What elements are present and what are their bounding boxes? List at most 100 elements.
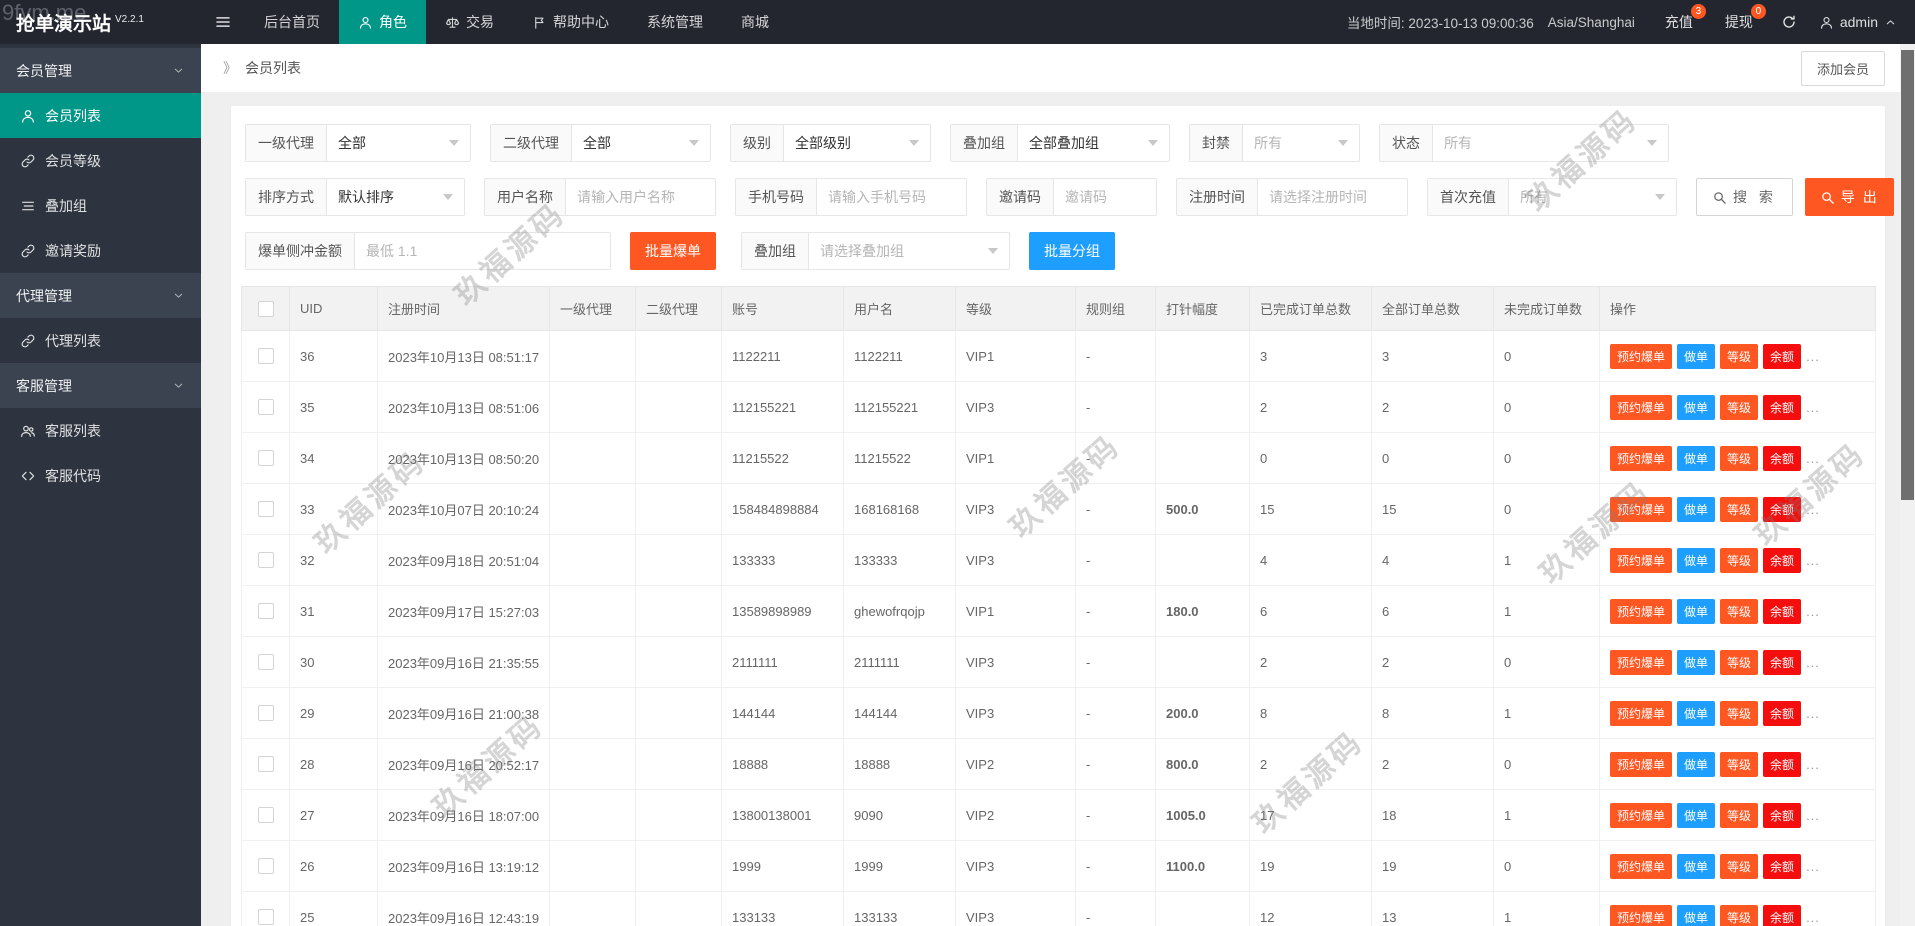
reserve-explode-button[interactable]: 预约爆单 — [1610, 547, 1673, 573]
balance-button[interactable]: 余额 — [1763, 802, 1802, 828]
balance-button[interactable]: 余额 — [1763, 751, 1802, 777]
more-actions-button[interactable]: ... — [1806, 349, 1820, 364]
user-menu[interactable]: admin — [1809, 14, 1915, 30]
select-all-checkbox[interactable] — [257, 300, 274, 317]
nav-item-system[interactable]: 系统管理 — [628, 0, 722, 44]
sidebar-item-service-list[interactable]: 客服列表 — [0, 408, 201, 453]
explode-amount-input[interactable]: 最低 1.1 — [355, 233, 610, 269]
row-checkbox[interactable] — [257, 807, 274, 823]
scrollbar-thumb[interactable] — [1901, 50, 1914, 500]
batch-explode-button[interactable]: 批量爆单 — [630, 232, 716, 270]
level-button[interactable]: 等级 — [1720, 445, 1759, 471]
level-button[interactable]: 等级 — [1720, 598, 1759, 624]
row-checkbox[interactable] — [257, 348, 274, 364]
sidebar-item-service-code[interactable]: 客服代码 — [0, 453, 201, 498]
vertical-scrollbar[interactable] — [1900, 44, 1915, 926]
nav-item-dashboard[interactable]: 后台首页 — [245, 0, 339, 44]
make-order-button[interactable]: 做单 — [1677, 547, 1716, 573]
more-actions-button[interactable]: ... — [1806, 706, 1820, 721]
make-order-button[interactable]: 做单 — [1677, 649, 1716, 675]
reserve-explode-button[interactable]: 预约爆单 — [1610, 649, 1673, 675]
filter-agent1-select[interactable]: 全部 — [327, 125, 470, 161]
sidebar-group-agent-mgmt[interactable]: 代理管理 — [0, 273, 201, 318]
reserve-explode-button[interactable]: 预约爆单 — [1610, 751, 1673, 777]
filter-ban-select[interactable]: 所有 — [1243, 125, 1359, 161]
filter-sort-select[interactable]: 默认排序 — [327, 179, 464, 215]
make-order-button[interactable]: 做单 — [1677, 496, 1716, 522]
reserve-explode-button[interactable]: 预约爆单 — [1610, 853, 1673, 879]
make-order-button[interactable]: 做单 — [1677, 904, 1716, 926]
nav-withdraw-link[interactable]: 提现 0 — [1709, 0, 1769, 44]
sidebar-item-member-list[interactable]: 会员列表 — [0, 93, 201, 138]
reserve-explode-button[interactable]: 预约爆单 — [1610, 445, 1673, 471]
balance-button[interactable]: 余额 — [1763, 445, 1802, 471]
nav-recharge-link[interactable]: 充值 3 — [1649, 0, 1709, 44]
sidebar-item-stack-group[interactable]: 叠加组 — [0, 183, 201, 228]
make-order-button[interactable]: 做单 — [1677, 445, 1716, 471]
balance-button[interactable]: 余额 — [1763, 343, 1802, 369]
row-checkbox[interactable] — [257, 654, 274, 670]
level-button[interactable]: 等级 — [1720, 394, 1759, 420]
row-checkbox[interactable] — [257, 756, 274, 772]
make-order-button[interactable]: 做单 — [1677, 343, 1716, 369]
sidebar-item-member-level[interactable]: 会员等级 — [0, 138, 201, 183]
balance-button[interactable]: 余额 — [1763, 904, 1802, 926]
make-order-button[interactable]: 做单 — [1677, 853, 1716, 879]
level-button[interactable]: 等级 — [1720, 547, 1759, 573]
filter-username-input[interactable]: 请输入用户名称 — [566, 179, 715, 215]
refresh-icon[interactable] — [1769, 0, 1809, 44]
row-checkbox[interactable] — [257, 399, 274, 415]
row-checkbox[interactable] — [257, 909, 274, 925]
row-checkbox[interactable] — [257, 450, 274, 466]
batch-group-select[interactable]: 请选择叠加组 — [809, 233, 1009, 269]
balance-button[interactable]: 余额 — [1763, 649, 1802, 675]
level-button[interactable]: 等级 — [1720, 496, 1759, 522]
sidebar-item-invite-reward[interactable]: 邀请奖励 — [0, 228, 201, 273]
reserve-explode-button[interactable]: 预约爆单 — [1610, 802, 1673, 828]
row-checkbox[interactable] — [257, 552, 274, 568]
balance-button[interactable]: 余额 — [1763, 496, 1802, 522]
reserve-explode-button[interactable]: 预约爆单 — [1610, 496, 1673, 522]
reserve-explode-button[interactable]: 预约爆单 — [1610, 598, 1673, 624]
reserve-explode-button[interactable]: 预约爆单 — [1610, 394, 1673, 420]
reserve-explode-button[interactable]: 预约爆单 — [1610, 700, 1673, 726]
filter-status-select[interactable]: 所有 — [1433, 125, 1668, 161]
sidebar-group-member-mgmt[interactable]: 会员管理 — [0, 48, 201, 93]
level-button[interactable]: 等级 — [1720, 700, 1759, 726]
batch-group-button[interactable]: 批量分组 — [1029, 232, 1115, 270]
filter-phone-input[interactable]: 请输入手机号码 — [817, 179, 966, 215]
filter-reg-time-input[interactable]: 请选择注册时间 — [1258, 179, 1407, 215]
reserve-explode-button[interactable]: 预约爆单 — [1610, 904, 1673, 926]
export-button[interactable]: 导 出 — [1804, 178, 1894, 216]
more-actions-button[interactable]: ... — [1806, 859, 1820, 874]
more-actions-button[interactable]: ... — [1806, 400, 1820, 415]
balance-button[interactable]: 余额 — [1763, 598, 1802, 624]
balance-button[interactable]: 余额 — [1763, 547, 1802, 573]
sidebar-group-service-mgmt[interactable]: 客服管理 — [0, 363, 201, 408]
level-button[interactable]: 等级 — [1720, 649, 1759, 675]
add-member-button[interactable]: 添加会员 — [1800, 50, 1885, 86]
make-order-button[interactable]: 做单 — [1677, 802, 1716, 828]
more-actions-button[interactable]: ... — [1806, 757, 1820, 772]
more-actions-button[interactable]: ... — [1806, 604, 1820, 619]
filter-level-select[interactable]: 全部级别 — [784, 125, 930, 161]
row-checkbox[interactable] — [257, 705, 274, 721]
sidebar-collapse-icon[interactable] — [201, 0, 245, 44]
balance-button[interactable]: 余额 — [1763, 394, 1802, 420]
filter-first-recharge-select[interactable]: 所有 — [1509, 179, 1676, 215]
row-checkbox[interactable] — [257, 858, 274, 874]
reserve-explode-button[interactable]: 预约爆单 — [1610, 343, 1673, 369]
make-order-button[interactable]: 做单 — [1677, 394, 1716, 420]
make-order-button[interactable]: 做单 — [1677, 598, 1716, 624]
search-button[interactable]: 搜 索 — [1696, 178, 1793, 216]
make-order-button[interactable]: 做单 — [1677, 751, 1716, 777]
filter-stack-group-select[interactable]: 全部叠加组 — [1018, 125, 1169, 161]
filter-invite-code-input[interactable]: 邀请码 — [1054, 179, 1156, 215]
more-actions-button[interactable]: ... — [1806, 910, 1820, 925]
balance-button[interactable]: 余额 — [1763, 853, 1802, 879]
nav-item-help[interactable]: 帮助中心 — [513, 0, 628, 44]
more-actions-button[interactable]: ... — [1806, 655, 1820, 670]
more-actions-button[interactable]: ... — [1806, 502, 1820, 517]
row-checkbox[interactable] — [257, 603, 274, 619]
more-actions-button[interactable]: ... — [1806, 451, 1820, 466]
